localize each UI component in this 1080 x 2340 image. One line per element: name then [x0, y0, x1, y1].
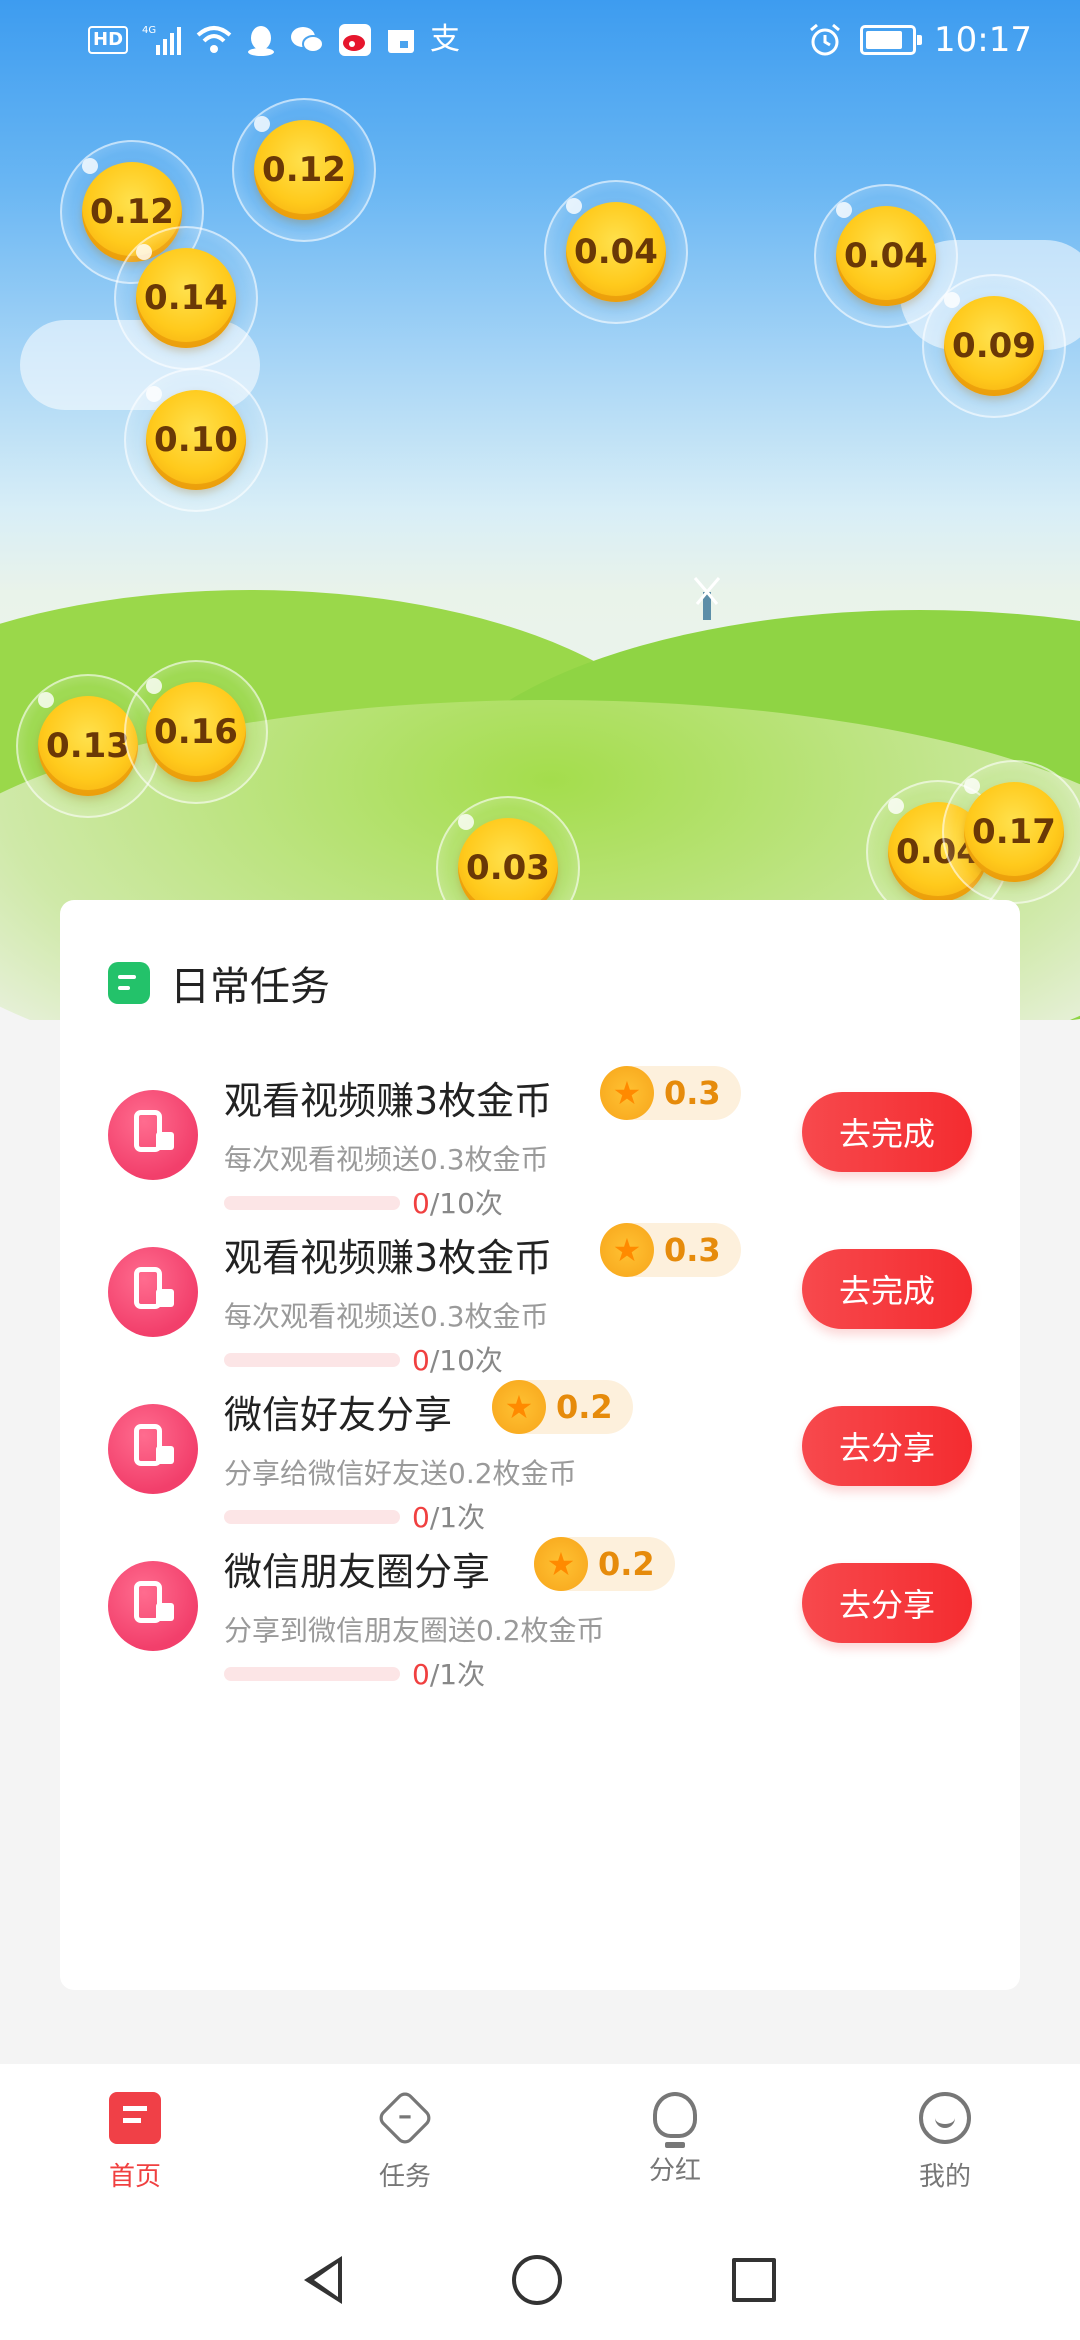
task-title: 观看视频赚3枚金币 — [224, 1236, 553, 1280]
card-title: 日常任务 — [170, 964, 330, 1010]
reward-value: 0.3 — [664, 1231, 721, 1269]
task-title: 微信朋友圈分享 — [224, 1550, 491, 1594]
wifi-icon — [196, 26, 232, 53]
coin-bubble[interactable]: 0.16 — [124, 660, 268, 804]
progress-text: 0/1次 — [412, 1653, 485, 1693]
coin-value: 0.12 — [90, 192, 174, 232]
coin-bubble[interactable]: 0.12 — [232, 98, 376, 242]
coin-value: 0.17 — [972, 812, 1056, 852]
bulb-icon — [653, 2092, 697, 2148]
coin-value: 0.10 — [154, 420, 238, 460]
tab-label: 分红 — [648, 2156, 701, 2186]
task-description: 分享给微信好友送0.2枚金币 — [224, 1457, 577, 1490]
alipay-icon: 支 — [430, 22, 461, 57]
reward-value: 0.2 — [556, 1388, 613, 1426]
coin-bubble[interactable]: 0.17 — [942, 760, 1080, 904]
task-description: 每次观看视频送0.3枚金币 — [224, 1143, 549, 1176]
coin-bubble[interactable]: 0.10 — [124, 368, 268, 512]
alarm-icon — [810, 23, 840, 56]
watch-video-button[interactable]: 去完成 — [802, 1249, 972, 1329]
progress-done: 0 — [412, 1658, 430, 1691]
tab-dividend[interactable]: 分红 — [540, 2064, 810, 2220]
wechat-icon — [291, 27, 325, 53]
star-coin-icon: ★ — [534, 1537, 588, 1591]
share-moments-button[interactable]: 去分享 — [802, 1563, 972, 1643]
phone-share-icon — [108, 1247, 198, 1337]
system-navigation-bar — [0, 2220, 1080, 2340]
tab-profile[interactable]: 我的 — [810, 2064, 1080, 2220]
phone-share-icon — [108, 1090, 198, 1180]
task-list-icon — [108, 962, 150, 1004]
tab-label: 我的 — [918, 2162, 971, 2192]
phone-share-icon — [108, 1561, 198, 1651]
reward-badge: ★ 0.2 — [492, 1380, 633, 1434]
status-bar: HD 4G 支 10:17 — [0, 0, 1080, 80]
star-coin-icon: ★ — [600, 1066, 654, 1120]
calendar-icon — [388, 30, 415, 53]
coin-value: 0.04 — [844, 236, 928, 276]
task-title: 微信好友分享 — [224, 1393, 453, 1437]
coin-value: 0.09 — [952, 326, 1036, 366]
coin-value: 0.16 — [154, 712, 238, 752]
tab-label: 首页 — [108, 2162, 161, 2192]
coin-value: 0.03 — [466, 848, 550, 888]
bottom-tab-bar: 首页 任务 分红 我的 — [0, 2064, 1080, 2220]
coin-value: 0.13 — [46, 726, 130, 766]
battery-icon — [860, 25, 923, 55]
reward-badge: ★ 0.2 — [534, 1537, 675, 1591]
progress-total: /1次 — [429, 1658, 486, 1691]
reward-value: 0.2 — [598, 1545, 655, 1583]
tab-label: 任务 — [378, 2162, 431, 2192]
star-coin-icon: ★ — [492, 1380, 546, 1434]
coin-value: 0.04 — [574, 232, 658, 272]
star-coin-icon: ★ — [600, 1223, 654, 1277]
coin-bubble[interactable]: 0.04 — [544, 180, 688, 324]
card-header: 日常任务 — [108, 954, 330, 1012]
coin-value: 0.14 — [144, 278, 228, 318]
profile-icon — [919, 2092, 971, 2144]
weibo-icon — [339, 24, 372, 56]
reward-badge: ★ 0.3 — [600, 1223, 741, 1277]
task-title: 观看视频赚3枚金币 — [224, 1079, 553, 1123]
hd-icon: HD — [88, 26, 129, 54]
back-icon[interactable] — [304, 2256, 342, 2304]
coin-bubble[interactable]: 0.09 — [922, 274, 1066, 418]
coin-value: 0.12 — [262, 150, 346, 190]
tab-home[interactable]: 首页 — [0, 2064, 270, 2220]
watch-video-button[interactable]: 去完成 — [802, 1092, 972, 1172]
coin-bubble[interactable]: 0.14 — [114, 226, 258, 370]
clock-time: 10:17 — [934, 20, 1032, 60]
reward-badge: ★ 0.3 — [600, 1066, 741, 1120]
daily-task-card: 日常任务 观看视频赚3枚金币 ★ 0.3 每次观看视频送0.3枚金币 0/10次… — [60, 900, 1020, 1990]
home-circle-icon[interactable] — [512, 2255, 562, 2305]
tab-tasks[interactable]: 任务 — [270, 2064, 540, 2220]
phone-share-icon — [108, 1404, 198, 1494]
task-item: 微信朋友圈分享 ★ 0.2 分享到微信朋友圈送0.2枚金币 0/1次 去分享 — [60, 1521, 1020, 1721]
progress-bar — [224, 1667, 400, 1681]
qq-icon — [248, 26, 275, 56]
task-icon — [375, 2088, 435, 2148]
recent-apps-icon[interactable] — [732, 2258, 776, 2302]
task-description: 每次观看视频送0.3枚金币 — [224, 1300, 549, 1333]
signal-4g-icon: 4G — [142, 25, 182, 55]
svg-text:4G: 4G — [142, 25, 156, 36]
windmill-icon — [693, 577, 721, 620]
share-friend-button[interactable]: 去分享 — [802, 1406, 972, 1486]
task-description: 分享到微信朋友圈送0.2枚金币 — [224, 1614, 605, 1647]
reward-value: 0.3 — [664, 1074, 721, 1112]
home-icon — [109, 2092, 161, 2144]
